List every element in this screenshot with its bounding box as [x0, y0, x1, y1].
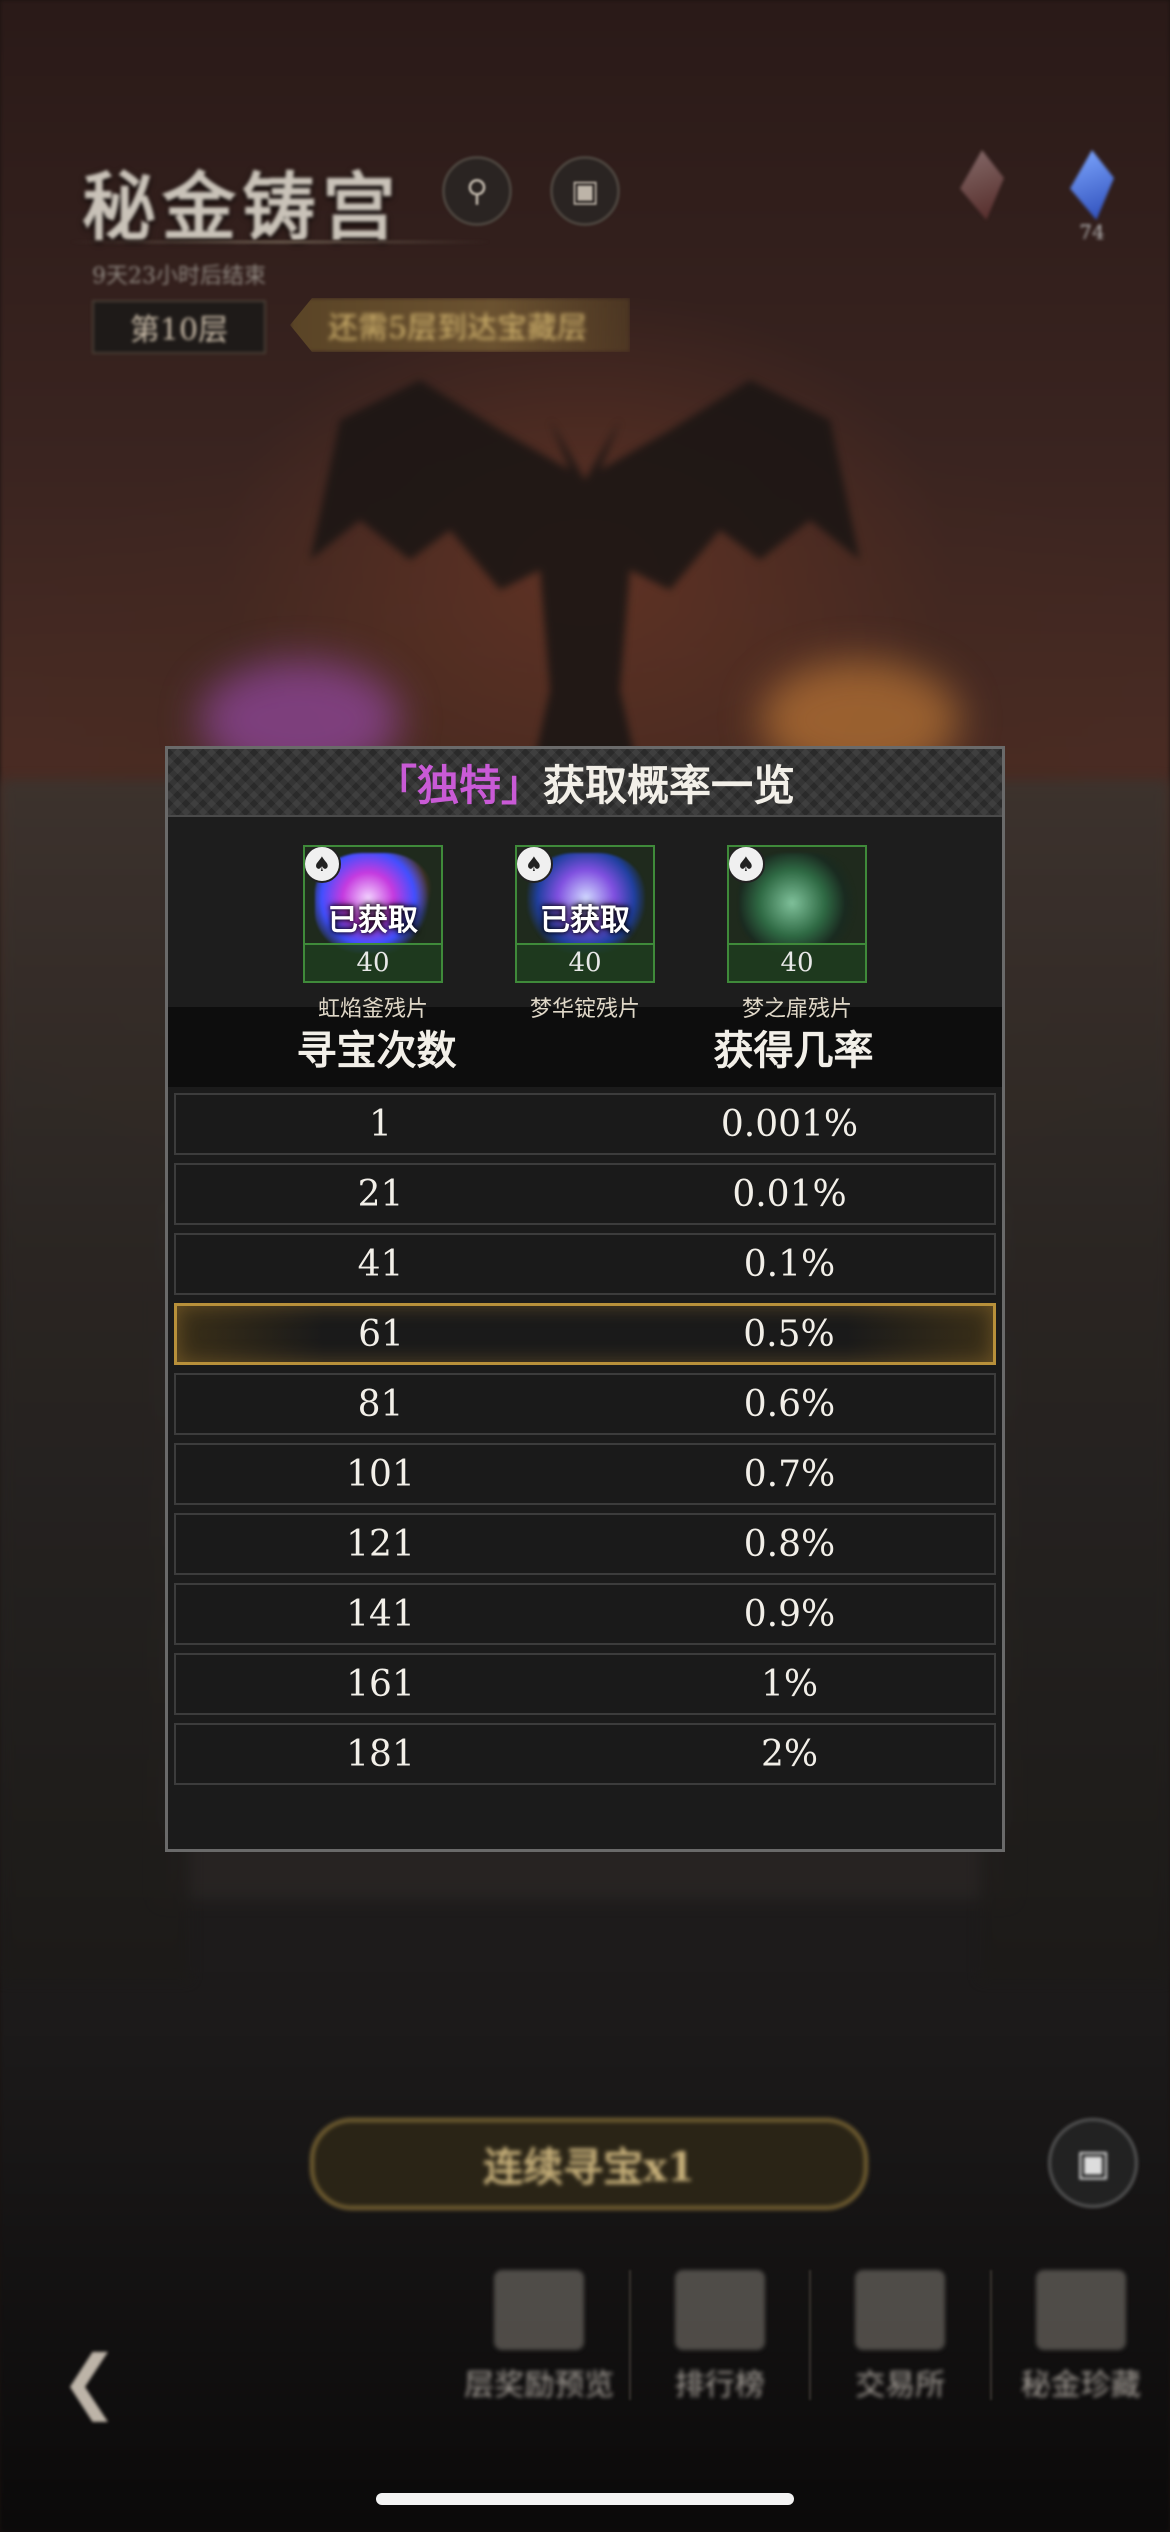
- dragon-statue-image: [310, 380, 860, 780]
- probability-modal: 「 独特 」 获取概率一览 ♠ 已获取 40 虹焰釜残片 ♠ 已获取 40 梦华…: [165, 746, 1005, 1852]
- row-count: 161: [346, 1663, 415, 1705]
- column-header-count: 寻宝次数: [296, 1027, 457, 1074]
- table-row-current: 61 0.5%: [174, 1303, 996, 1365]
- nav-floor-rewards[interactable]: 层奖励预览: [450, 2270, 629, 2420]
- background-tower-right: [980, 780, 1170, 1980]
- row-count: 141: [346, 1593, 415, 1635]
- title-underline: [70, 240, 490, 244]
- reward-count: 40: [305, 943, 441, 981]
- table-row: 181 2%: [174, 1723, 996, 1785]
- row-rate: 0.7%: [743, 1453, 836, 1495]
- reward-icon-box: ♠ 已获取 40: [515, 845, 655, 983]
- row-rate: 0.9%: [743, 1593, 836, 1635]
- row-count: 41: [357, 1243, 404, 1285]
- table-row: 141 0.9%: [174, 1583, 996, 1645]
- red-gem-icon: [960, 150, 1004, 220]
- table-row: 41 0.1%: [174, 1233, 996, 1295]
- reward-item[interactable]: ♠ 已获取 40 虹焰釜残片: [303, 845, 443, 1022]
- collection-icon: [1035, 2270, 1126, 2350]
- row-count: 21: [357, 1173, 404, 1215]
- nav-collection[interactable]: 秘金珍藏: [992, 2270, 1170, 2420]
- row-rate: 0.01%: [732, 1173, 847, 1215]
- continue-search-button[interactable]: 连续寻宝x1: [310, 2118, 868, 2210]
- table-row: 161 1%: [174, 1653, 996, 1715]
- exchange-icon: [855, 2270, 946, 2350]
- table-row: 101 0.7%: [174, 1443, 996, 1505]
- nav-leaderboard[interactable]: 排行榜: [631, 2270, 810, 2420]
- obtained-label: 已获取: [328, 903, 418, 938]
- table-row: 1 0.001%: [174, 1093, 996, 1155]
- row-count: 61: [358, 1313, 404, 1355]
- probability-table: 1 0.001% 21 0.01% 41 0.1% 61 0.5% 81 0.6% 101…: [168, 1087, 1002, 1785]
- floor-badge: 第10层: [92, 300, 266, 354]
- reward-list: ♠ 已获取 40 虹焰釜残片 ♠ 已获取 40 梦华锭残片 ♠ 40 梦之扉残片: [168, 817, 1002, 1022]
- event-timer: 9天23小时后结束: [92, 264, 266, 289]
- obtained-label: 已获取: [540, 903, 630, 938]
- row-count: 101: [346, 1453, 415, 1495]
- fragment-badge-icon: ♠: [305, 847, 341, 883]
- background-tower-left: [0, 780, 190, 1980]
- currency-red[interactable]: [960, 150, 1004, 220]
- title-bracket-open: 「: [374, 760, 417, 810]
- row-count: 81: [357, 1383, 404, 1425]
- nav-label: 排行榜: [674, 2368, 765, 2403]
- title-unique: 独特: [416, 760, 501, 810]
- search-icon[interactable]: ⚲: [442, 156, 512, 226]
- book-icon[interactable]: ▣: [550, 156, 620, 226]
- row-rate: 1%: [760, 1663, 819, 1705]
- home-indicator[interactable]: [376, 2493, 794, 2505]
- currency-blue[interactable]: 74: [1070, 150, 1114, 244]
- row-count: 181: [346, 1733, 415, 1775]
- nav-label: 交易所: [855, 2368, 946, 2403]
- modal-header: 「 独特 」 获取概率一览: [168, 749, 1002, 817]
- reward-count: 40: [517, 943, 653, 981]
- nav-label: 层奖励预览: [464, 2368, 615, 2403]
- nav-label: 秘金珍藏: [1020, 2368, 1141, 2403]
- table-header: 寻宝次数 获得几率: [168, 1007, 1002, 1087]
- column-header-rate: 获得几率: [713, 1027, 874, 1074]
- floor-rewards-icon: [494, 2270, 585, 2350]
- table-row: 81 0.6%: [174, 1373, 996, 1435]
- row-rate: 0.6%: [743, 1383, 836, 1425]
- reward-icon-box: ♠ 40: [727, 845, 867, 983]
- currency-blue-value: 74: [1079, 220, 1105, 244]
- back-arrow-icon[interactable]: ❮: [60, 2340, 119, 2422]
- row-rate: 0.001%: [720, 1103, 859, 1145]
- table-row: 121 0.8%: [174, 1513, 996, 1575]
- floor-tip-banner: 还需5层到达宝藏层: [290, 298, 630, 352]
- row-rate: 0.5%: [743, 1313, 835, 1355]
- reward-icon-box: ♠ 已获取 40: [303, 845, 443, 983]
- table-row: 21 0.01%: [174, 1163, 996, 1225]
- reward-item[interactable]: ♠ 40 梦之扉残片: [727, 845, 867, 1022]
- reward-item[interactable]: ♠ 已获取 40 梦华锭残片: [515, 845, 655, 1022]
- title-bracket-close: 」: [501, 760, 544, 810]
- fragment-badge-icon: ♠: [729, 847, 765, 883]
- nav-exchange[interactable]: 交易所: [811, 2270, 990, 2420]
- row-count: 1: [369, 1103, 392, 1145]
- chest-icon[interactable]: ▣: [1048, 2118, 1138, 2208]
- trophy-icon: [674, 2270, 765, 2350]
- row-count: 121: [346, 1523, 415, 1565]
- reward-count: 40: [729, 943, 865, 981]
- row-rate: 0.1%: [743, 1243, 836, 1285]
- bottom-nav: 层奖励预览 排行榜 交易所 秘金珍藏: [450, 2270, 1170, 2420]
- blue-gem-icon: [1070, 150, 1114, 220]
- page-title: 秘金铸宫: [82, 165, 402, 251]
- modal-title-text: 获取概率一览: [543, 760, 796, 810]
- row-rate: 0.8%: [743, 1523, 836, 1565]
- row-rate: 2%: [760, 1733, 819, 1775]
- fragment-badge-icon: ♠: [517, 847, 553, 883]
